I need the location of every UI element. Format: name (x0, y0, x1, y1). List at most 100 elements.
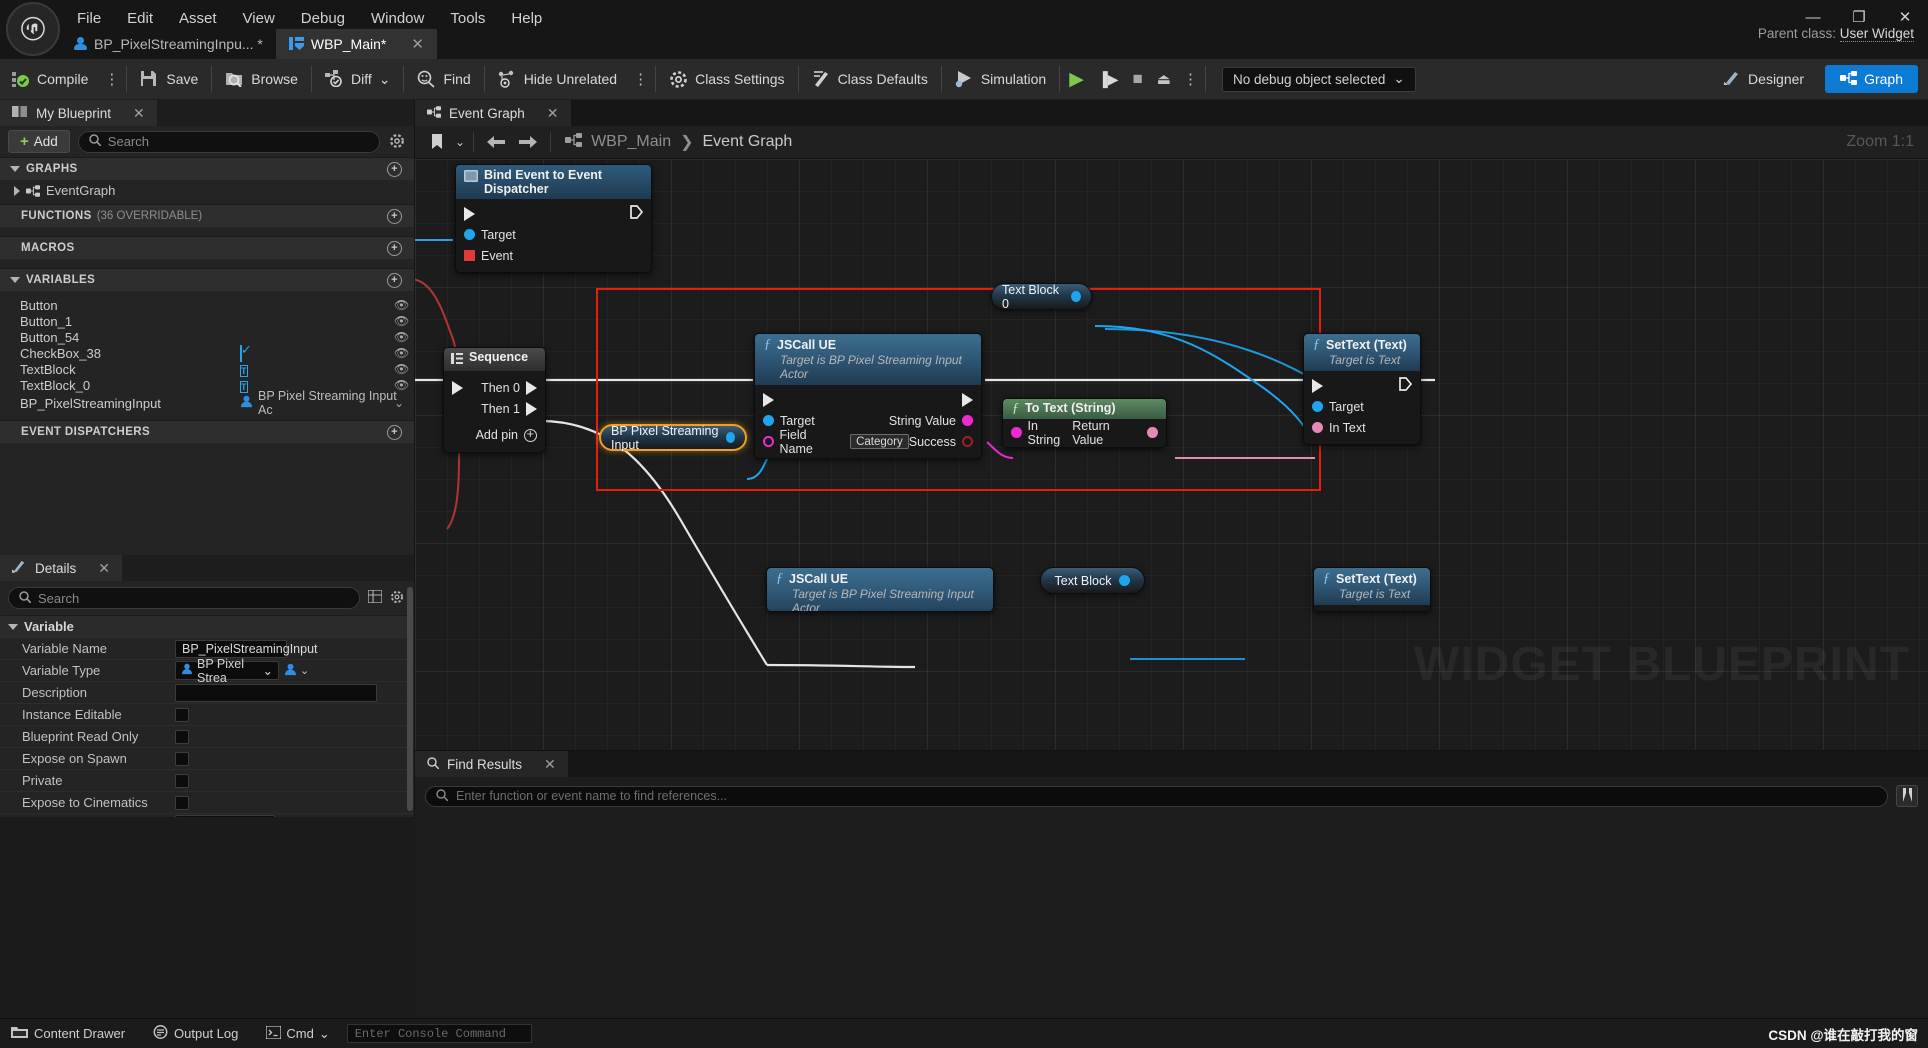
pin-then-1[interactable]: Then 1 (481, 402, 537, 416)
back-button[interactable] (482, 130, 510, 154)
hide-unrelated-options-icon[interactable]: ⋮ (628, 70, 653, 88)
variable-name-input[interactable]: BP_PixelStreamingInput (175, 640, 287, 658)
node-bind-event-to-event-dispatcher[interactable]: Bind Event to Event Dispatcher (455, 164, 652, 273)
add-pin-button[interactable]: Add pin (444, 424, 545, 446)
add-graph-icon[interactable]: + (387, 162, 402, 177)
menu-item-help[interactable]: Help (498, 6, 555, 31)
node-settext-text[interactable]: ƒ SetText (Text) Target is Text (1303, 333, 1421, 445)
find-results-filter-button[interactable] (1896, 785, 1918, 807)
chevron-down-icon[interactable]: ⌄ (455, 135, 465, 149)
menu-item-view[interactable]: View (230, 6, 288, 31)
class-settings-button[interactable]: Class Settings (658, 59, 795, 100)
pin-event[interactable]: Event (464, 249, 513, 263)
add-variable-icon[interactable]: + (387, 273, 402, 288)
console-command-input[interactable]: Enter Console Command (347, 1024, 532, 1043)
gear-icon[interactable] (390, 590, 404, 607)
cmd-select[interactable]: Cmd ⌄ (255, 1019, 340, 1048)
bookmark-icon[interactable] (423, 130, 451, 154)
find-button[interactable]: Find (406, 59, 481, 100)
stop-button[interactable]: ■ (1126, 59, 1150, 100)
node-settext-text-2[interactable]: ƒ SetText (Text) Target is Text (1313, 567, 1431, 612)
close-icon[interactable]: ✕ (547, 105, 559, 122)
add-macro-icon[interactable]: + (387, 241, 402, 256)
graph-canvas[interactable]: WIDGET BLUEPRINT (415, 159, 1928, 750)
section-variables[interactable]: VARIABLES + (0, 268, 414, 291)
eye-icon[interactable]: 👁 (394, 330, 409, 344)
parent-class-value[interactable]: User Widget (1840, 26, 1914, 42)
chevron-down-icon[interactable]: ⌄ (394, 396, 404, 410)
pin-exec-out[interactable] (962, 393, 973, 407)
field-name-input[interactable]: Category (850, 434, 909, 449)
menu-item-tools[interactable]: Tools (437, 6, 498, 31)
eject-button[interactable]: ⏏ (1150, 59, 1178, 100)
pin-success[interactable]: Success (909, 435, 973, 449)
node-jscall-ue[interactable]: ƒ JSCall UE Target is BP Pixel Streaming… (754, 333, 982, 459)
eye-icon[interactable]: 👁 (394, 346, 409, 360)
grid-view-icon[interactable] (368, 590, 382, 607)
pin-exec-in[interactable] (763, 393, 774, 407)
details-category-variable[interactable]: Variable (0, 615, 414, 637)
pin-exec-in[interactable] (464, 207, 475, 221)
description-input[interactable] (175, 684, 377, 702)
variable-item-button-1[interactable]: Button_1 👁 (0, 313, 414, 329)
eye-icon[interactable]: 👁 (394, 298, 409, 312)
gear-icon[interactable] (388, 133, 406, 151)
document-tab-wbp-main[interactable]: WBP_Main* ✕ (276, 29, 437, 59)
variable-type-select[interactable]: BP Pixel Strea ⌄ (175, 661, 279, 680)
find-results-tab[interactable]: Find Results ✕ (415, 751, 568, 777)
my-blueprint-tab[interactable]: My Blueprint ✕ (0, 100, 157, 126)
pin-in-string[interactable]: In String (1011, 419, 1072, 447)
pin-field-name[interactable]: Field Name Category (763, 428, 909, 456)
hide-unrelated-button[interactable]: Hide Unrelated (487, 59, 628, 100)
section-event-dispatchers[interactable]: EVENT DISPATCHERS + (0, 420, 414, 443)
category-select[interactable]: Default ⌄ (175, 815, 275, 817)
graph-mode-button[interactable]: Graph (1825, 65, 1918, 93)
step-button[interactable]: ▐▶ (1091, 59, 1126, 100)
node-jscall-ue-2[interactable]: ƒ JSCall UE Target is BP Pixel Streaming… (766, 567, 994, 612)
add-dispatcher-icon[interactable]: + (387, 425, 402, 440)
graph-item-eventgraph[interactable]: EventGraph (0, 180, 414, 201)
pin-target[interactable]: Target (464, 228, 516, 242)
eye-icon[interactable]: 👁 (394, 362, 409, 376)
breadcrumb-item-event-graph[interactable]: Event Graph (703, 133, 793, 151)
pin-dot-blue[interactable] (1119, 575, 1130, 586)
pin-exec-out[interactable] (1399, 377, 1412, 394)
debug-object-select[interactable]: No debug object selected ⌄ (1222, 67, 1416, 92)
eye-icon[interactable]: 👁 (394, 314, 409, 328)
my-blueprint-search[interactable]: Search (78, 131, 380, 153)
menu-item-window[interactable]: Window (358, 6, 437, 31)
node-to-text-string[interactable]: ƒ To Text (String) In String Return Valu… (1002, 398, 1167, 448)
menu-item-debug[interactable]: Debug (288, 6, 358, 31)
add-button[interactable]: + Add (8, 130, 70, 153)
variable-item-bp-pixelstreaminginput[interactable]: BP_PixelStreamingInput BP Pixel Streamin… (0, 393, 414, 413)
designer-mode-button[interactable]: Designer (1709, 65, 1819, 93)
forward-button[interactable] (514, 130, 542, 154)
compile-button[interactable]: Compile (0, 59, 99, 100)
document-tab-bp-pixelstreaminginput[interactable]: BP_PixelStreamingInpu... * (60, 29, 276, 59)
pin-return-value[interactable]: Return Value (1072, 419, 1158, 447)
event-graph-tab[interactable]: Event Graph ✕ (415, 100, 571, 126)
pin-target[interactable]: Target (1312, 400, 1364, 414)
pin-exec-out[interactable] (630, 205, 643, 222)
details-search-input[interactable]: Search (8, 587, 360, 609)
class-defaults-button[interactable]: Class Defaults (801, 59, 939, 100)
instance-editable-checkbox[interactable] (175, 708, 189, 722)
play-options-icon[interactable]: ⋮ (1178, 70, 1203, 88)
pin-then-0[interactable]: Then 0 (481, 381, 537, 395)
diff-button[interactable]: Diff ⌄ (314, 59, 401, 100)
chevron-right-icon[interactable] (14, 186, 20, 196)
variable-item-button[interactable]: Button 👁 (0, 297, 414, 313)
pin-string-value[interactable]: String Value (889, 414, 973, 428)
play-button[interactable]: ▶ (1062, 59, 1091, 100)
variable-item-checkbox-38[interactable]: CheckBox_38 👁 (0, 345, 414, 361)
pin-dot-blue[interactable] (726, 432, 735, 443)
node-get-text-block-0[interactable]: Text Block 0 (991, 283, 1092, 310)
variable-item-textblock[interactable]: TextBlock T 👁 (0, 361, 414, 377)
section-graphs[interactable]: GRAPHS + (0, 157, 414, 180)
compile-options-icon[interactable]: ⋮ (99, 70, 124, 88)
pin-target[interactable]: Target (763, 414, 815, 428)
close-icon[interactable]: ✕ (411, 35, 424, 53)
breadcrumb-item-wbp-main[interactable]: WBP_Main (591, 133, 671, 151)
node-sequence[interactable]: Sequence Then 0 Then 1 (443, 347, 546, 453)
node-get-bp-pixel-streaming-input[interactable]: BP Pixel Streaming Input (599, 424, 747, 451)
